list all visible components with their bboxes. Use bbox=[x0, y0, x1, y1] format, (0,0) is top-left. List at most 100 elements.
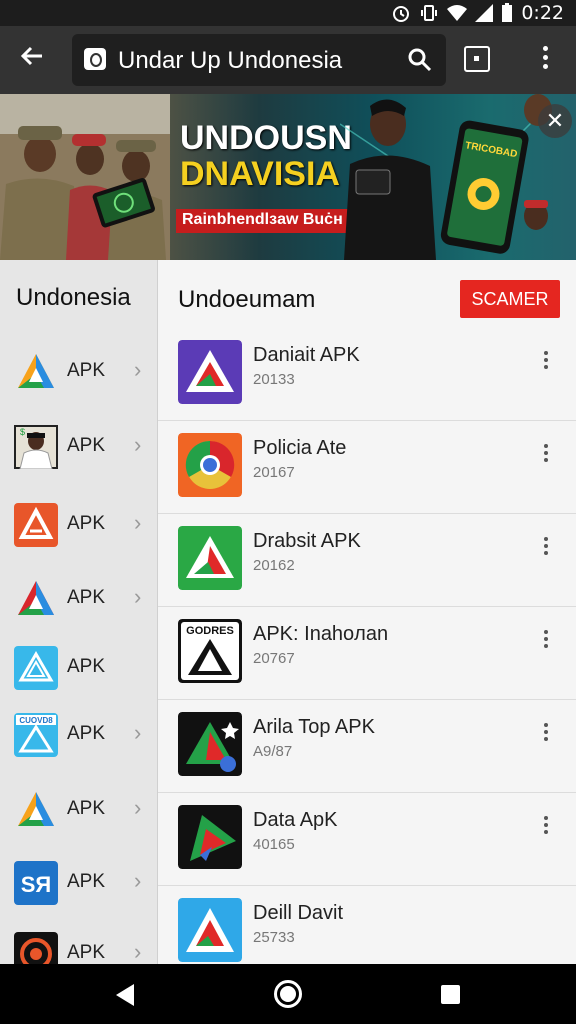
status-time: 0:22 bbox=[521, 2, 564, 24]
page-title: Undoeumam bbox=[178, 286, 316, 313]
alarm-icon bbox=[393, 6, 410, 22]
app-logo-text: GODRES bbox=[186, 625, 234, 637]
more-options-icon[interactable] bbox=[538, 534, 554, 564]
banner-title-line2: DNAVISIA bbox=[180, 155, 340, 193]
chevron-right-icon: › bbox=[134, 584, 142, 609]
sidebar-item[interactable]: APK › bbox=[0, 569, 158, 629]
triangle-logo-icon bbox=[178, 712, 242, 776]
app-subtitle: A9/87 bbox=[253, 743, 293, 760]
scamer-button[interactable]: SCAMER bbox=[460, 280, 560, 318]
triangle-logo-icon: CUOVD8 bbox=[14, 713, 58, 757]
chrome-like-icon bbox=[178, 433, 242, 497]
chevron-right-icon: › bbox=[134, 357, 142, 382]
battery-icon bbox=[502, 3, 513, 22]
triangle-logo-icon: GODRES bbox=[178, 619, 242, 683]
text-logo-icon: SЯ bbox=[14, 861, 58, 905]
sidebar-item[interactable]: $ APK › bbox=[0, 417, 158, 477]
triangle-logo-icon bbox=[18, 354, 54, 388]
app-subtitle: 20133 bbox=[253, 371, 295, 388]
triangle-logo-icon bbox=[178, 805, 242, 869]
sidebar-logo-text: SЯ bbox=[21, 872, 52, 897]
app-name: Drabsit APK bbox=[253, 530, 361, 552]
url-bar[interactable]: Undar Up Undonesia bbox=[72, 34, 446, 86]
wifi-icon bbox=[447, 5, 468, 21]
more-options-icon[interactable] bbox=[538, 441, 554, 471]
more-options-icon[interactable] bbox=[538, 627, 554, 657]
sidebar-item-label: APK bbox=[67, 723, 106, 744]
banner-subtitle: Rainbhendlзaw Buċн bbox=[176, 209, 349, 233]
sidebar-item[interactable]: CUOVD8 APK › bbox=[0, 705, 158, 765]
app-name: Deill Davit bbox=[253, 902, 344, 924]
triangle-logo-icon bbox=[18, 792, 54, 826]
back-arrow-icon[interactable] bbox=[14, 42, 50, 78]
sidebar-item-label: APK bbox=[67, 942, 106, 963]
more-options-icon[interactable] bbox=[538, 720, 554, 750]
sidebar-item-label: APK bbox=[67, 798, 106, 819]
app-list-panel: Undoeumam SCAMER Daniait APK 20133 Polic… bbox=[158, 260, 576, 964]
tabs-icon[interactable] bbox=[464, 46, 490, 72]
banner-title: UNDOUSN DNAVISIA bbox=[180, 120, 352, 192]
sidebar-item-label: APK bbox=[67, 360, 106, 381]
banner-ad[interactable]: UNDOUSN DNAVISIA Rainbhendlзaw Buċн TRIC… bbox=[0, 94, 576, 260]
browser-toolbar: Undar Up Undonesia bbox=[0, 26, 576, 94]
app-name: Data ApK bbox=[253, 809, 338, 831]
more-options-icon[interactable] bbox=[538, 813, 554, 843]
sidebar-item[interactable]: APK › bbox=[0, 342, 158, 402]
list-item[interactable]: Drabsit APK 20162 bbox=[158, 514, 576, 607]
sidebar-item[interactable]: APK › bbox=[0, 780, 158, 840]
sidebar: Undonesia APK › $ APK › APK › APK › APK … bbox=[0, 260, 158, 976]
list-item[interactable]: Arila Top APK A9/87 bbox=[158, 700, 576, 793]
status-icons: 0:22 bbox=[391, 2, 564, 24]
triangle-logo-icon bbox=[14, 646, 58, 690]
overflow-menu-icon[interactable] bbox=[530, 42, 560, 78]
sidebar-item[interactable]: APK › bbox=[0, 495, 158, 555]
sidebar-item-label: APK bbox=[67, 871, 106, 892]
chevron-right-icon: › bbox=[134, 868, 142, 893]
sidebar-item-label: APK bbox=[67, 435, 106, 456]
app-subtitle: 20167 bbox=[253, 464, 295, 481]
list-item[interactable]: Daniait APK 20133 bbox=[158, 328, 576, 421]
system-nav-bar bbox=[0, 964, 576, 1024]
app-subtitle: 20767 bbox=[253, 650, 295, 667]
triangle-logo-icon bbox=[14, 503, 58, 547]
sidebar-item[interactable]: APK bbox=[0, 638, 158, 698]
sidebar-title: Undonesia bbox=[16, 284, 131, 311]
sidebar-item[interactable]: SЯ APK › bbox=[0, 853, 158, 913]
list-item[interactable]: Data ApK 40165 bbox=[158, 793, 576, 886]
app-subtitle: 40165 bbox=[253, 836, 295, 853]
sidebar-item-label: APK bbox=[67, 587, 106, 608]
svg-text:$: $ bbox=[20, 427, 25, 437]
site-icon bbox=[84, 48, 106, 70]
signal-icon bbox=[475, 4, 494, 22]
sidebar-item-label: APK bbox=[67, 656, 106, 677]
app-name: APK: Inahoлan bbox=[253, 623, 389, 645]
triangle-logo-icon bbox=[178, 526, 242, 590]
vibrate-icon bbox=[421, 5, 438, 21]
url-text[interactable]: Undar Up Undonesia bbox=[118, 47, 342, 75]
chevron-right-icon: › bbox=[134, 939, 142, 964]
nav-back-icon[interactable] bbox=[112, 982, 136, 1008]
app-name: Arila Top APK bbox=[253, 716, 375, 738]
app-subtitle: 20162 bbox=[253, 557, 295, 574]
app-subtitle: 25733 bbox=[253, 929, 295, 946]
search-icon[interactable] bbox=[406, 46, 434, 74]
chevron-right-icon: › bbox=[134, 510, 142, 535]
app-name: Daniait APK bbox=[253, 344, 360, 366]
nav-recent-icon[interactable] bbox=[441, 985, 460, 1004]
chevron-right-icon: › bbox=[134, 795, 142, 820]
nav-home-icon[interactable] bbox=[274, 980, 302, 1008]
soldiers-photo bbox=[0, 94, 170, 260]
person-photo-icon: $ bbox=[14, 425, 58, 469]
more-options-icon[interactable] bbox=[538, 348, 554, 378]
triangle-logo-icon bbox=[178, 898, 242, 962]
app-name: Policia Ate bbox=[253, 437, 347, 459]
sidebar-logo-text: CUOVD8 bbox=[19, 716, 53, 725]
list-item[interactable]: GODRES APK: Inahoлan 20767 bbox=[158, 607, 576, 700]
close-icon[interactable]: ✕ bbox=[538, 104, 572, 138]
chevron-right-icon: › bbox=[134, 720, 142, 745]
banner-title-line1: UNDOUSN bbox=[180, 119, 352, 157]
chevron-right-icon: › bbox=[134, 432, 142, 457]
list-item[interactable]: Policia Ate 20167 bbox=[158, 421, 576, 514]
triangle-logo-icon bbox=[18, 581, 54, 615]
triangle-logo-icon bbox=[178, 340, 242, 404]
